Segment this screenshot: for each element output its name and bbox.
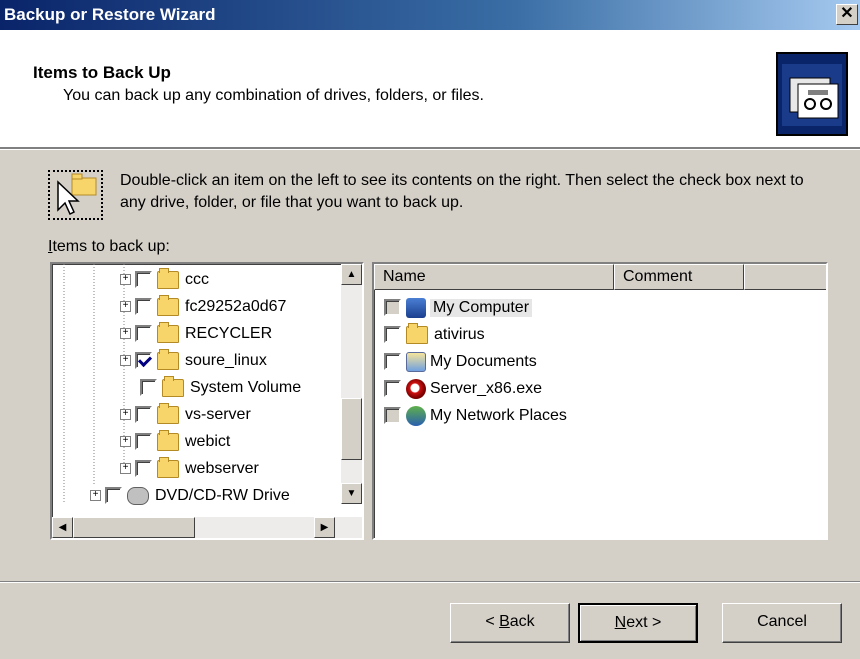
expand-toggle-icon[interactable]: + <box>120 436 131 447</box>
folder-icon <box>157 267 179 289</box>
close-button[interactable]: ✕ <box>836 4 858 25</box>
tree-item-label: DVD/CD-RW Drive <box>155 486 290 504</box>
tree-item[interactable]: System Volume <box>140 374 301 401</box>
scroll-up-button[interactable]: ▲ <box>341 264 362 285</box>
expand-toggle-icon[interactable]: + <box>120 274 131 285</box>
network-icon <box>406 405 426 426</box>
computer-icon <box>406 297 426 318</box>
wizard-header: Items to Back Up You can back up any com… <box>0 30 860 148</box>
column-header-comment[interactable]: Comment <box>614 264 744 290</box>
expand-toggle-icon[interactable]: + <box>120 409 131 420</box>
horizontal-scroll-thumb[interactable] <box>73 517 195 538</box>
instruction-text: Double-click an item on the left to see … <box>120 172 804 211</box>
window-title: Backup or Restore Wizard <box>4 5 216 24</box>
next-button[interactable]: Next > <box>578 603 698 643</box>
tree-item-label: RECYCLER <box>185 324 273 342</box>
folder-icon <box>157 402 179 424</box>
tree-item-label: System Volume <box>190 378 302 396</box>
tree-item-label: fc29252a0d67 <box>185 297 287 315</box>
list-item[interactable]: My Computer <box>384 294 533 321</box>
cancel-button[interactable]: Cancel <box>722 603 842 643</box>
back-button[interactable]: < Back <box>450 603 570 643</box>
window-titlebar: Backup or Restore Wizard ✕ <box>0 0 860 30</box>
folder-icon <box>157 456 179 478</box>
double-click-hint-icon <box>48 170 103 220</box>
tree-item-checkbox[interactable] <box>135 406 152 423</box>
back-label: ack <box>509 613 535 630</box>
scroll-left-button[interactable]: ◀ <box>52 517 73 538</box>
tree-horizontal-scrollbar[interactable]: ◀ ▶ <box>52 517 362 538</box>
folder-icon <box>157 321 179 343</box>
folder-icon <box>157 348 179 370</box>
tree-item[interactable]: + DVD/CD-RW Drive <box>90 482 290 509</box>
tree-item[interactable]: + RECYCLER <box>120 320 272 347</box>
tree-item-label: webict <box>185 432 231 450</box>
expand-toggle-icon[interactable]: + <box>120 328 131 339</box>
expand-toggle-icon[interactable]: + <box>120 355 131 366</box>
tree-item[interactable]: + webserver <box>120 455 259 482</box>
list-item-checkbox[interactable] <box>384 380 401 397</box>
items-to-back-up-label: Items to back up: <box>48 238 170 256</box>
expand-toggle-icon[interactable]: + <box>90 490 101 501</box>
back-prefix: < <box>485 613 500 630</box>
folder-icon <box>157 429 179 451</box>
list-item-label: ativirus <box>434 325 485 343</box>
tree-item[interactable]: + ccc <box>120 266 209 293</box>
tree-item-checkbox[interactable] <box>135 325 152 342</box>
contents-list[interactable]: Name Comment My Computer ativirus My Docum… <box>372 262 828 540</box>
tree-item-label: soure_linux <box>185 351 267 369</box>
tree-item-label: ccc <box>185 270 209 288</box>
expand-toggle-icon[interactable]: + <box>120 301 131 312</box>
folder-tree[interactable]: + ccc + fc29252a0d67 + RECYCLER + soure_linux Sy… <box>50 262 364 540</box>
column-header-filler <box>744 264 826 290</box>
header-divider <box>0 148 860 150</box>
tree-item-checkbox[interactable] <box>140 379 157 396</box>
tree-item-checkbox[interactable] <box>105 487 122 504</box>
column-header-name[interactable]: Name <box>374 264 614 290</box>
list-item-label: My Network Places <box>430 406 567 424</box>
tree-item-checkbox[interactable] <box>135 298 152 315</box>
folder-icon <box>406 322 428 344</box>
tree-item-checkbox[interactable] <box>135 352 152 369</box>
page-subtitle: You can back up any combination of drive… <box>63 87 484 104</box>
list-item[interactable]: My Network Places <box>384 402 567 429</box>
label-text: tems to back up: <box>52 238 170 255</box>
list-item-checkbox[interactable] <box>384 299 401 316</box>
tree-item-checkbox[interactable] <box>135 460 152 477</box>
vertical-scroll-thumb[interactable] <box>341 398 362 460</box>
list-item-label: My Computer <box>430 298 533 317</box>
tree-item-checkbox[interactable] <box>135 271 152 288</box>
next-label: ext > <box>626 614 662 631</box>
page-title: Items to Back Up <box>33 63 171 82</box>
tree-item-checkbox[interactable] <box>135 433 152 450</box>
list-item[interactable]: ativirus <box>384 321 485 348</box>
backup-wizard-icon <box>776 52 848 136</box>
scroll-right-button[interactable]: ▶ <box>314 517 335 538</box>
footer-divider <box>0 581 860 583</box>
tree-item[interactable]: + webict <box>120 428 230 455</box>
tree-item[interactable]: + fc29252a0d67 <box>120 293 286 320</box>
list-item-label: Server_x86.exe <box>430 379 543 397</box>
list-item-checkbox[interactable] <box>384 407 401 424</box>
scroll-down-button[interactable]: ▼ <box>341 483 362 504</box>
tree-item[interactable]: + vs-server <box>120 401 251 428</box>
tree-item-label: vs-server <box>185 405 251 423</box>
documents-icon <box>406 351 426 372</box>
back-accelerator: B <box>499 613 510 630</box>
list-item-checkbox[interactable] <box>384 326 401 343</box>
tree-vertical-scrollbar[interactable]: ▲ ▼ <box>341 264 362 504</box>
tree-item[interactable]: + soure_linux <box>120 347 267 374</box>
tree-item-label: webserver <box>185 459 259 477</box>
list-item-checkbox[interactable] <box>384 353 401 370</box>
list-item[interactable]: My Documents <box>384 348 537 375</box>
exe-icon <box>406 378 426 399</box>
next-accelerator: N <box>614 614 627 631</box>
folder-icon <box>162 375 184 397</box>
list-item-label: My Documents <box>430 352 537 370</box>
drive-icon <box>127 486 149 505</box>
list-item[interactable]: Server_x86.exe <box>384 375 542 402</box>
expand-toggle-icon[interactable]: + <box>120 463 131 474</box>
folder-icon <box>157 294 179 316</box>
